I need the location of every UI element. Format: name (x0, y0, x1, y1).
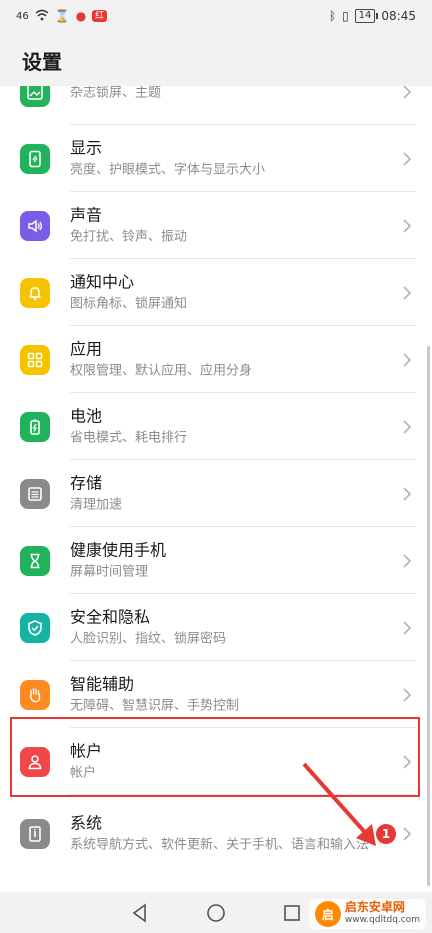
settings-row-wallpaper[interactable]: 杂志锁屏、主题 (0, 86, 432, 125)
apps-icon (20, 344, 50, 375)
watermark-url: www.qdltdq.com (344, 915, 420, 925)
settings-row-user[interactable]: 帐户 帐户 (0, 728, 432, 795)
settings-list[interactable]: 杂志锁屏、主题显示亮度、护眼模式、字体与显示大小声音免打扰、铃声、振动通知中心图… (0, 86, 432, 892)
chevron-right-icon (402, 151, 412, 167)
page-header: 设置 (0, 34, 432, 86)
settings-row-display[interactable]: 显示亮度、护眼模式、字体与显示大小 (0, 125, 432, 192)
status-right: ᛒ ▯ 14 08:45 (329, 9, 416, 23)
row-subtitle: 屏幕时间管理 (70, 564, 149, 579)
settings-row-shield[interactable]: 安全和隐私人脸识别、指纹、锁屏密码 (0, 594, 432, 661)
row-subtitle: 无障碍、智慧识屏、手势控制 (70, 698, 240, 713)
row-title: 系统 (70, 813, 103, 833)
hourglass-status-icon: ⌛ (54, 9, 70, 23)
row-subtitle: 亮度、护眼模式、字体与显示大小 (70, 162, 266, 177)
chevron-right-icon (402, 754, 412, 770)
settings-row-sound[interactable]: 声音免打扰、铃声、振动 (0, 192, 432, 259)
user-icon (20, 746, 50, 777)
notification-badge: 1 (376, 824, 396, 844)
row-texts: 存储 清理加速 (70, 473, 378, 514)
row-subtitle: 帐户 (70, 765, 97, 780)
row-texts: 杂志锁屏、主题 (70, 86, 378, 102)
row-title: 通知中心 (70, 272, 135, 291)
settings-row-hand[interactable]: 智能辅助无障碍、智慧识屏、手势控制 (0, 661, 432, 728)
chevron-right-icon (402, 553, 412, 569)
row-subtitle: 清理加速 (70, 497, 123, 512)
row-texts: 系统系统导航方式、软件更新、关于手机、语言和输入法 (70, 814, 378, 855)
row-subtitle: 杂志锁屏、主题 (70, 86, 162, 100)
watermark-name: 启东安卓网 (344, 900, 405, 914)
system-icon (20, 819, 50, 849)
wifi-icon (35, 9, 49, 24)
chevron-right-icon (402, 620, 412, 636)
hand-icon (20, 679, 50, 710)
row-texts: 电池省电模式、耗电排行 (70, 406, 378, 447)
status-left: 46 ⌛ ● 红 (16, 9, 108, 24)
row-title: 存储 (70, 473, 103, 492)
row-texts: 通知中心图标角标、锁屏通知 (70, 272, 378, 313)
row-subtitle: 免打扰、铃声、振动 (70, 229, 188, 244)
row-texts: 帐户 帐户 (70, 741, 378, 782)
row-subtitle: 省电模式、耗电排行 (70, 430, 188, 445)
row-subtitle: 图标角标、锁屏通知 (70, 296, 188, 311)
row-subtitle: 权限管理、默认应用、应用分身 (70, 363, 253, 378)
row-title: 健康使用手机 (70, 540, 167, 559)
row-texts: 智能辅助无障碍、智慧识屏、手势控制 (70, 674, 378, 715)
recents-icon[interactable] (281, 902, 303, 924)
hourglass-icon (20, 545, 50, 576)
settings-row-battery[interactable]: 电池省电模式、耗电排行 (0, 393, 432, 460)
bluetooth-icon: ᛒ (328, 9, 337, 23)
watermark-text: 启东安卓网 www.qdltdq.com (345, 901, 420, 927)
row-title: 帐户 (70, 741, 103, 760)
chevron-right-icon (402, 687, 412, 703)
back-icon[interactable] (129, 902, 151, 924)
red-badge-icon: 红 (92, 10, 108, 22)
home-icon[interactable] (205, 902, 227, 924)
row-title: 声音 (70, 205, 103, 224)
settings-row-hourglass[interactable]: 健康使用手机屏幕时间管理 (0, 527, 432, 594)
row-title: 应用 (70, 339, 103, 358)
row-texts: 声音免打扰、铃声、振动 (70, 205, 378, 246)
row-title: 电池 (70, 406, 103, 425)
row-title: 显示 (70, 138, 103, 157)
signal-icon: 46 (16, 10, 29, 22)
chevron-right-icon (402, 826, 412, 842)
row-texts: 安全和隐私人脸识别、指纹、锁屏密码 (70, 607, 378, 648)
storage-icon (20, 478, 50, 509)
row-title: 安全和隐私 (70, 607, 151, 626)
chevron-right-icon (402, 419, 412, 435)
sound-icon (20, 210, 50, 241)
chevron-right-icon (402, 86, 412, 100)
settings-row-bell[interactable]: 通知中心图标角标、锁屏通知 (0, 259, 432, 326)
row-title: 智能辅助 (70, 674, 135, 693)
bell-icon (20, 277, 50, 308)
chevron-right-icon (402, 285, 412, 301)
scrollbar[interactable] (427, 346, 430, 886)
settings-row-system[interactable]: 系统 系统导航方式、软件更新、关于手机、语言和输入法 1 (0, 795, 432, 873)
status-bar: 46 ⌛ ● 红 ᛒ ▯ 14 08:45 (0, 0, 432, 32)
chevron-right-icon (402, 352, 412, 368)
battery-status: 14 (354, 9, 379, 23)
wallpaper-icon (20, 86, 50, 107)
clock: 08:45 (381, 9, 416, 23)
app-notification-icon: ● (75, 9, 87, 23)
shield-icon (20, 612, 50, 643)
row-subtitle: 人脸识别、指纹、锁屏密码 (70, 631, 227, 646)
chevron-right-icon (402, 486, 412, 502)
watermark-logo-icon: 启 (314, 901, 341, 927)
page-title: 设置 (22, 49, 62, 74)
row-subtitle: 系统导航方式、软件更新、关于手机、语言和输入法 (70, 837, 370, 853)
row-texts: 显示亮度、护眼模式、字体与显示大小 (70, 138, 378, 179)
settings-row-apps[interactable]: 应用权限管理、默认应用、应用分身 (0, 326, 432, 393)
settings-row-storage[interactable]: 存储 清理加速 (0, 460, 432, 527)
row-texts: 应用权限管理、默认应用、应用分身 (70, 339, 378, 380)
display-icon (20, 143, 50, 174)
watermark: 启 启东安卓网 www.qdltdq.com (308, 899, 426, 929)
chevron-right-icon (402, 218, 412, 234)
vibrate-icon: ▯ (342, 9, 349, 23)
settings-list-content: 杂志锁屏、主题显示亮度、护眼模式、字体与显示大小声音免打扰、铃声、振动通知中心图… (0, 86, 432, 873)
row-texts: 健康使用手机屏幕时间管理 (70, 540, 378, 581)
battery-icon (20, 411, 50, 442)
